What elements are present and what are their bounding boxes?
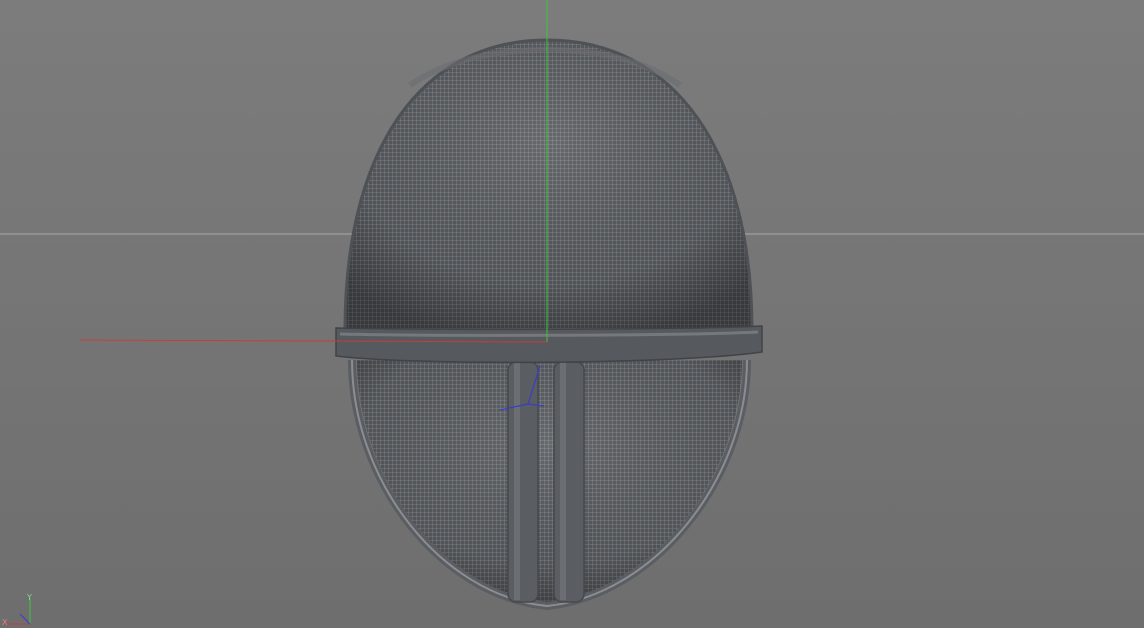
mask-upper-mesh[interactable] (343, 38, 754, 331)
gizmo-y-label: Y (27, 593, 32, 602)
viewport-scene (0, 0, 1144, 611)
mask-lower-mesh[interactable] (348, 359, 751, 611)
3d-viewport[interactable]: Y X (0, 0, 1144, 628)
gizmo-x-label: X (2, 618, 8, 627)
mask-horizontal-band[interactable] (335, 325, 763, 364)
axis-orientation-gizmo: Y X (0, 588, 40, 628)
